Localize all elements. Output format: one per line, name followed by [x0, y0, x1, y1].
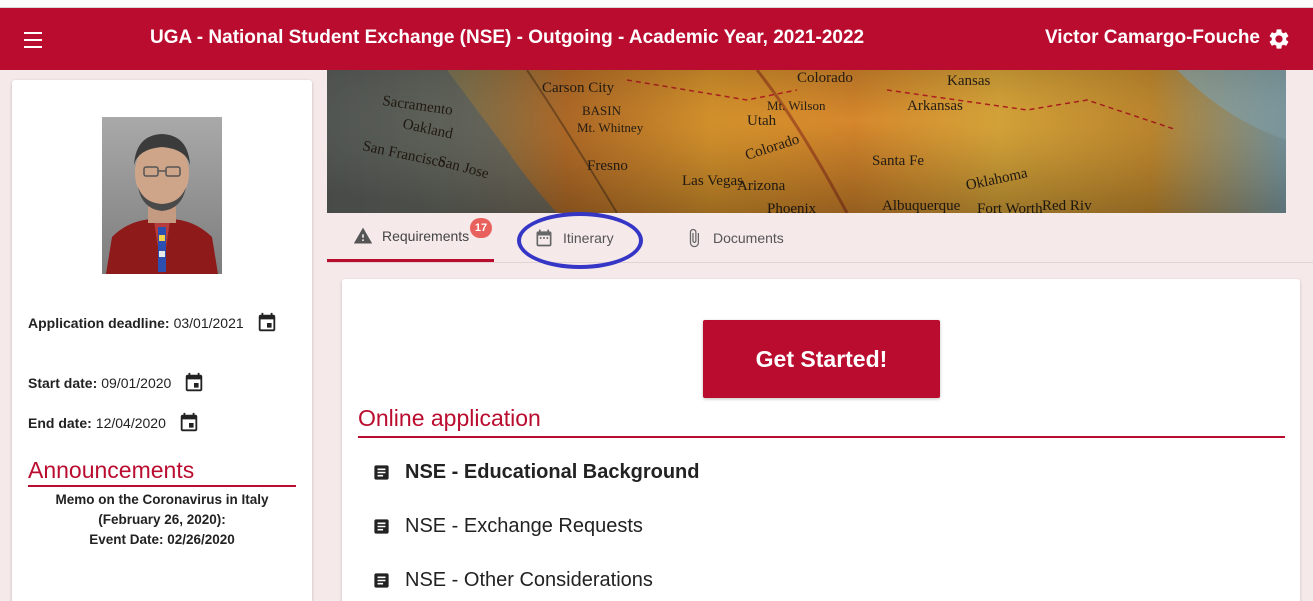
- menu-icon[interactable]: [16, 28, 50, 52]
- tab-label: Documents: [713, 229, 784, 246]
- form-icon: [374, 573, 389, 588]
- get-started-button[interactable]: Get Started!: [703, 320, 940, 398]
- date-label: End date:: [28, 415, 92, 431]
- page-title: UGA - National Student Exchange (NSE) - …: [150, 27, 865, 48]
- count-badge: 17: [470, 218, 492, 238]
- application-item-educational-background[interactable]: NSE - Educational Background: [372, 461, 699, 484]
- calendar-icon[interactable]: [183, 372, 205, 394]
- start-date: Start date: 09/01/2020: [28, 372, 205, 394]
- tab-label: Requirements: [382, 228, 470, 244]
- user-name[interactable]: Victor Camargo-Fouche: [1045, 27, 1260, 49]
- profile-photo: [102, 117, 222, 274]
- announcements-title: Announcements: [28, 457, 296, 487]
- main-panel: Get Started! Online application NSE - Ed…: [342, 279, 1300, 601]
- tab-bar: Requirements 17 Itinerary Documents: [327, 213, 1313, 263]
- date-value: 09/01/2020: [101, 375, 172, 391]
- warning-icon: [353, 227, 373, 244]
- application-item-label: NSE - Other Considerations: [405, 569, 653, 591]
- tab-documents[interactable]: Documents: [684, 213, 784, 262]
- application-item-exchange-requests[interactable]: NSE - Exchange Requests: [372, 515, 643, 538]
- app-header: UGA - National Student Exchange (NSE) - …: [0, 8, 1313, 70]
- application-item-other-considerations[interactable]: NSE - Other Considerations: [372, 569, 653, 592]
- tab-requirements[interactable]: Requirements 17: [327, 213, 494, 262]
- date-value: 03/01/2021: [173, 315, 244, 331]
- form-icon: [374, 465, 389, 480]
- calendar-icon[interactable]: [256, 312, 278, 334]
- date-label: Start date:: [28, 375, 98, 391]
- announcement-item[interactable]: Memo on the Coronavirus in Italy (Februa…: [28, 490, 296, 550]
- banner-gutter: [1286, 70, 1313, 213]
- calendar-icon: [536, 229, 552, 246]
- announcement-line: (February 26, 2020):: [98, 512, 226, 527]
- application-item-label: NSE - Educational Background: [405, 461, 700, 483]
- end-date: End date: 12/04/2020: [28, 412, 200, 434]
- online-application-title: Online application: [358, 405, 1285, 438]
- calendar-icon[interactable]: [178, 412, 200, 434]
- announcement-line: Memo on the Coronavirus in Italy: [55, 492, 269, 507]
- application-deadline: Application deadline: 03/01/2021: [28, 312, 278, 334]
- browser-edge: [0, 0, 1313, 8]
- gear-icon[interactable]: [1267, 27, 1291, 51]
- tab-label: Itinerary: [563, 229, 614, 246]
- sidebar-card: Application deadline: 03/01/2021 Start d…: [12, 80, 312, 601]
- tab-itinerary[interactable]: Itinerary: [534, 213, 614, 262]
- application-item-label: NSE - Exchange Requests: [405, 515, 643, 537]
- form-icon: [374, 519, 389, 534]
- date-label: Application deadline:: [28, 315, 170, 331]
- banner-globe-image: Sacramento Carson City Oakland San Franc…: [327, 70, 1286, 213]
- announcement-line: Event Date: 02/26/2020: [89, 532, 235, 547]
- date-value: 12/04/2020: [95, 415, 166, 431]
- paperclip-icon: [689, 228, 699, 247]
